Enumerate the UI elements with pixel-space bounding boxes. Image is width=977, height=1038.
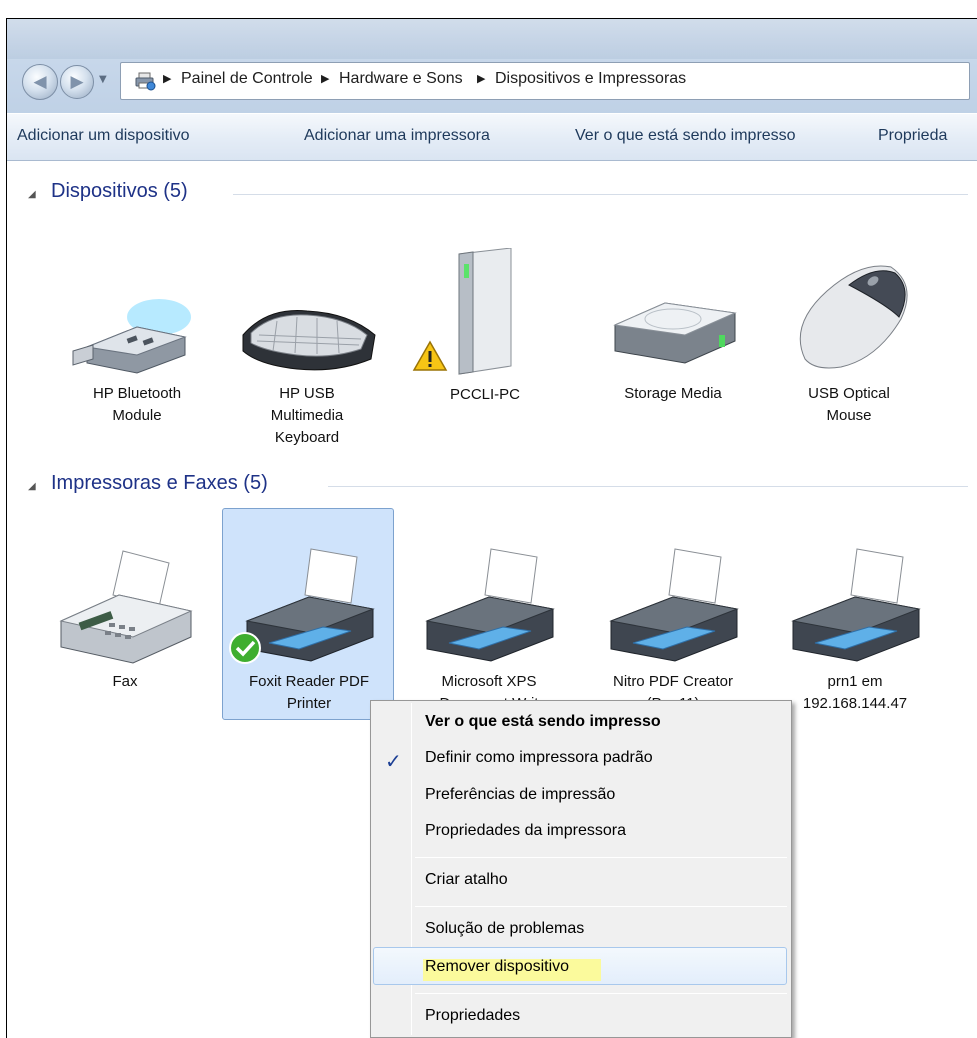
history-dropdown-icon[interactable]: ▼ xyxy=(99,74,107,85)
device-label: HP Bluetooth Module xyxy=(92,385,182,424)
printer-label: prn1 em 192.168.144.47 xyxy=(802,673,908,712)
device-label: USB Optical Mouse xyxy=(808,385,890,424)
group-divider xyxy=(233,194,968,195)
warning-icon xyxy=(412,340,448,371)
menu-separator xyxy=(415,906,787,907)
window-left-border xyxy=(6,18,7,1038)
device-label: Storage Media xyxy=(624,385,722,402)
keyboard-icon xyxy=(242,310,376,371)
properties-button[interactable]: Proprieda xyxy=(878,127,947,145)
printer-label: Foxit Reader PDF Printer xyxy=(248,673,370,712)
menu-item-remove-device[interactable]: Remover dispositivo xyxy=(425,958,569,976)
device-label: HP USB Multimedia Keyboard xyxy=(270,385,344,446)
menu-item-create-shortcut[interactable]: Criar atalho xyxy=(425,871,508,889)
device-label: PCCLI-PC xyxy=(449,386,520,403)
menu-gutter xyxy=(411,703,412,1035)
collapse-triangle-icon[interactable]: ◢ xyxy=(28,481,36,492)
menu-item-printer-properties[interactable]: Propriedades da impressora xyxy=(425,822,626,840)
breadcrumb-control-panel[interactable]: Painel de Controle xyxy=(181,70,313,88)
title-glass xyxy=(7,19,977,59)
group-divider xyxy=(328,486,968,487)
back-arrow-icon: ◀ xyxy=(33,72,47,92)
forward-arrow-icon: ▶ xyxy=(70,72,84,92)
printer-icon xyxy=(609,548,739,662)
add-printer-button[interactable]: Adicionar uma impressora xyxy=(304,127,490,145)
command-bar: Adicionar um dispositivo Adicionar uma i… xyxy=(7,113,977,161)
breadcrumb-hardware-sound[interactable]: Hardware e Sons xyxy=(339,70,463,88)
devices-group-header[interactable]: ◢ Dispositivos (5) xyxy=(28,180,968,210)
collapse-triangle-icon[interactable]: ◢ xyxy=(28,189,36,200)
default-printer-check-icon xyxy=(229,632,261,664)
breadcrumb-devices-printers[interactable]: Dispositivos e Impressoras xyxy=(495,70,686,88)
menu-separator xyxy=(415,857,787,858)
see-whats-printing-button[interactable]: Ver o que está sendo impresso xyxy=(575,127,796,145)
devices-group-title: Dispositivos (5) xyxy=(51,180,188,202)
usb-bluetooth-dongle-icon xyxy=(72,299,191,374)
menu-item-printing-preferences[interactable]: Preferências de impressão xyxy=(425,786,615,804)
printer-label: Fax xyxy=(112,673,138,690)
menu-separator xyxy=(415,993,787,994)
printers-group-header[interactable]: ◢ Impressoras e Faxes (5) xyxy=(28,472,968,502)
menu-item-troubleshoot[interactable]: Solução de problemas xyxy=(425,920,584,938)
breadcrumb-separator-icon[interactable]: ▶ xyxy=(477,72,485,85)
context-menu: ✓ Ver o que está sendo impresso Definir … xyxy=(370,700,792,1038)
window: ◀ ▶ ▼ ▶ Painel de Controle ▶ Hardware e … xyxy=(0,0,977,1038)
add-device-button[interactable]: Adicionar um dispositivo xyxy=(17,127,190,145)
menu-item-set-default[interactable]: Definir como impressora padrão xyxy=(425,749,653,767)
printer-icon xyxy=(791,548,921,662)
printer-icon xyxy=(425,548,555,662)
address-bar[interactable]: ▶ Painel de Controle ▶ Hardware e Sons ▶… xyxy=(120,62,970,100)
menu-item-see-printing[interactable]: Ver o que está sendo impresso xyxy=(425,713,661,731)
menu-item-properties[interactable]: Propriedades xyxy=(425,1007,520,1025)
check-icon: ✓ xyxy=(385,749,402,773)
breadcrumb-separator-icon[interactable]: ▶ xyxy=(321,72,329,85)
forward-button[interactable]: ▶ xyxy=(60,65,94,99)
fax-icon xyxy=(59,550,193,664)
printers-group-title: Impressoras e Faxes (5) xyxy=(51,472,268,494)
breadcrumb-separator-icon[interactable]: ▶ xyxy=(163,72,171,85)
back-button[interactable]: ◀ xyxy=(22,64,58,100)
devices-printers-icon xyxy=(135,72,156,91)
mouse-icon xyxy=(799,265,908,369)
external-drive-icon xyxy=(613,302,737,364)
